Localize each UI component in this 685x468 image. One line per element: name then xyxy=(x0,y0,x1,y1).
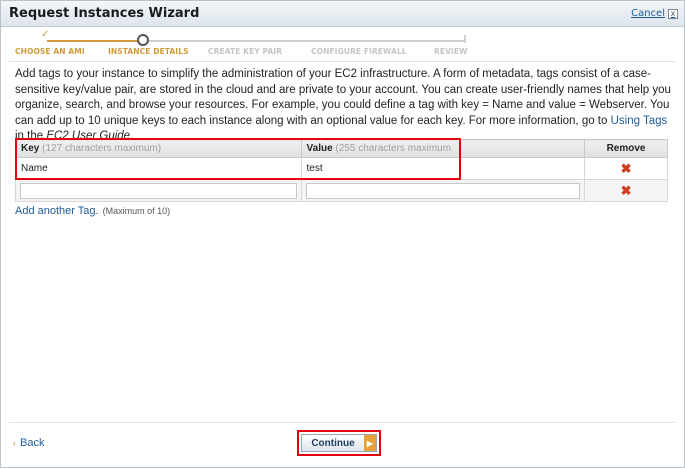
step-configure-firewall: CONFIGURE FIREWALL xyxy=(311,47,407,56)
tag-key-cell xyxy=(15,179,302,202)
remove-cell: ✖ xyxy=(584,157,668,180)
title-bar: Request Instances Wizard Cancel x xyxy=(1,1,684,27)
tag-value-cell xyxy=(300,179,586,202)
continue-button[interactable]: Continue ▶ xyxy=(301,434,377,452)
header-divider xyxy=(9,61,675,62)
wizard-title: Request Instances Wizard xyxy=(9,6,200,21)
wizard-window: Request Instances Wizard Cancel x ✓ CHOO… xyxy=(0,0,685,468)
highlight-box-tags xyxy=(15,138,461,180)
footer-divider xyxy=(9,422,675,423)
progress-track-done xyxy=(47,40,142,42)
remove-column-header: Remove xyxy=(584,139,668,158)
continue-label[interactable]: Continue xyxy=(302,438,364,449)
back-link[interactable]: ‹ Back xyxy=(13,437,44,449)
description-text-1: Add tags to your instance to simplify th… xyxy=(15,68,671,127)
wizard-progress: ✓ CHOOSE AN AMI INSTANCE DETAILS CREATE … xyxy=(1,29,684,59)
progress-end-tick xyxy=(464,35,466,43)
using-tags-link[interactable]: Using Tags xyxy=(611,115,668,127)
max-tags-note: (Maximum of 10) xyxy=(102,206,171,216)
back-label[interactable]: Back xyxy=(20,437,44,449)
step-create-key-pair: CREATE KEY PAIR xyxy=(208,47,283,56)
step-instance-details: INSTANCE DETAILS xyxy=(108,47,189,56)
cancel-label[interactable]: Cancel xyxy=(631,8,665,19)
step-complete-check-icon: ✓ xyxy=(41,29,50,40)
current-step-circle-icon xyxy=(137,34,149,46)
remove-cell: ✖ xyxy=(584,179,668,202)
tags-description: Add tags to your instance to simplify th… xyxy=(15,67,675,145)
back-chevron-icon[interactable]: ‹ xyxy=(13,438,16,448)
cancel-link[interactable]: Cancel x xyxy=(631,8,678,19)
tag-value-input[interactable] xyxy=(305,182,581,199)
play-arrow-icon[interactable]: ▶ xyxy=(364,435,376,451)
remove-tag-icon[interactable]: ✖ xyxy=(589,162,663,175)
remove-tag-icon[interactable]: ✖ xyxy=(589,184,663,197)
add-tag-area: Add another Tag. (Maximum of 10) xyxy=(15,205,170,217)
step-choose-ami: CHOOSE AN AMI xyxy=(15,47,85,56)
table-row: ✖ xyxy=(15,179,668,202)
tag-key-input[interactable] xyxy=(20,182,297,199)
close-icon[interactable]: x xyxy=(668,8,678,19)
step-review: REVIEW xyxy=(434,47,468,56)
add-another-tag-link[interactable]: Add another Tag. xyxy=(15,205,99,217)
